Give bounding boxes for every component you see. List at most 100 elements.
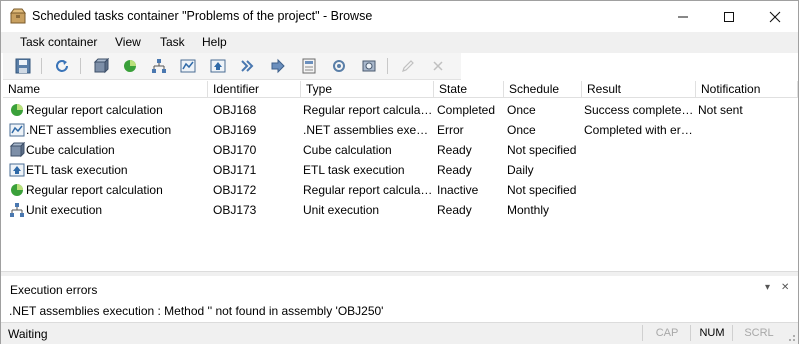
cell-schedule: Once — [507, 123, 536, 137]
cell-notification — [698, 120, 796, 140]
new-document-task-button[interactable] — [300, 57, 318, 75]
cell-id: OBJ168 — [213, 103, 257, 117]
column-header-type[interactable]: Type — [301, 81, 434, 98]
unit-icon — [9, 202, 25, 218]
new-settings-task-button[interactable] — [360, 57, 378, 75]
column-header-schedule[interactable]: Schedule — [504, 81, 582, 98]
pane-close-icon[interactable]: ✕ — [781, 282, 789, 293]
cell-result: Success completed ... — [584, 103, 694, 117]
cell-notification — [698, 200, 796, 220]
resize-grip-icon[interactable] — [786, 332, 796, 342]
new-cycle-task-button[interactable] — [330, 57, 348, 75]
cell-schedule: Daily — [507, 163, 534, 177]
report-icon — [124, 60, 136, 72]
status-text: Waiting — [8, 327, 48, 341]
refresh-button[interactable] — [53, 57, 71, 75]
menu-task[interactable]: Task — [160, 35, 185, 49]
scroll-lock-indicator: SCRL — [732, 325, 785, 341]
minimize-icon — [678, 16, 688, 17]
net-assembly-icon — [180, 59, 196, 73]
table-row[interactable]: Regular report calculation OBJ168 Regular … — [3, 100, 798, 120]
column-header-result[interactable]: Result — [582, 81, 696, 98]
maximize-button[interactable] — [706, 1, 752, 32]
cell-result — [584, 160, 694, 180]
cell-name: ETL task execution — [26, 163, 128, 177]
cell-name: Regular report calculation — [26, 183, 163, 197]
cell-name: Regular report calculation — [26, 103, 163, 117]
menu-help[interactable]: Help — [202, 35, 227, 49]
refresh-icon — [56, 60, 68, 72]
menu-view[interactable]: View — [115, 35, 141, 49]
caps-lock-indicator: CAP — [642, 325, 691, 341]
cell-id: OBJ170 — [213, 143, 257, 157]
new-forward-task-button[interactable] — [269, 57, 287, 75]
cell-notification: Not sent — [698, 103, 743, 117]
maximize-icon — [724, 11, 734, 22]
table-row[interactable]: .NET assemblies execution OBJ169 .NET asse… — [3, 120, 798, 140]
new-unit-task-button[interactable] — [150, 57, 168, 75]
report-icon — [9, 182, 25, 198]
cube-icon — [93, 58, 109, 74]
cell-state: Ready — [437, 143, 472, 157]
cell-name: .NET assemblies execution — [26, 123, 172, 137]
column-header-identifier[interactable]: Identifier — [208, 81, 301, 98]
save-button[interactable] — [14, 57, 32, 75]
cube-icon — [9, 141, 26, 158]
cell-type: Unit execution — [303, 203, 380, 217]
close-button[interactable] — [752, 1, 798, 32]
delete-icon — [433, 61, 443, 71]
new-script-task-button[interactable] — [239, 57, 257, 75]
num-lock-indicator: NUM — [690, 325, 733, 341]
cell-name: Unit execution — [26, 203, 103, 217]
cell-type: ETL task execution — [303, 163, 405, 177]
cell-schedule: Not specified — [507, 183, 577, 197]
new-etl-task-button[interactable] — [209, 57, 227, 75]
toolbar — [3, 53, 461, 80]
script-icon — [241, 60, 254, 72]
table-row[interactable]: Cube calculation OBJ170 Cube calculation Re… — [3, 140, 798, 160]
pane-menu-icon[interactable]: ▾ — [765, 282, 770, 293]
status-bar: Waiting CAP NUM SCRL — [1, 322, 798, 344]
menu-task-container[interactable]: Task container — [20, 35, 97, 49]
execution-errors-pane: Execution errors ▾ ✕ .NET assemblies exe… — [1, 276, 798, 322]
report-icon — [9, 102, 25, 118]
delete-button[interactable] — [429, 57, 447, 75]
cell-notification — [698, 180, 796, 200]
cell-state: Ready — [437, 163, 472, 177]
cell-notification — [698, 160, 796, 180]
cell-state: Completed — [437, 103, 496, 117]
save-icon — [15, 58, 31, 74]
new-net-assembly-task-button[interactable] — [179, 57, 197, 75]
minimize-button[interactable] — [660, 1, 706, 32]
toolbar-separator — [387, 58, 388, 74]
tasks-table: Name Identifier Type State Schedule Resu… — [3, 81, 798, 271]
table-row[interactable]: Regular report calculation OBJ172 Regular … — [3, 180, 798, 200]
cycle-icon — [333, 60, 345, 72]
table-row[interactable]: Unit execution OBJ173 Unit execution Ready M… — [3, 200, 798, 220]
cell-type: Cube calculation — [303, 143, 392, 157]
column-header-name[interactable]: Name — [3, 81, 208, 98]
net-assembly-icon — [9, 122, 25, 138]
cell-schedule: Once — [507, 103, 536, 117]
toolbar-separator — [41, 58, 42, 74]
column-header-state[interactable]: State — [434, 81, 504, 98]
cell-result — [584, 140, 694, 160]
cell-id: OBJ172 — [213, 183, 257, 197]
column-header-notification[interactable]: Notification — [696, 81, 798, 98]
cell-state: Inactive — [437, 183, 479, 197]
cell-state: Ready — [437, 203, 472, 217]
new-cube-task-button[interactable] — [92, 57, 110, 75]
new-report-task-button[interactable] — [121, 57, 139, 75]
toolbar-separator — [80, 58, 81, 74]
settings-icon — [362, 60, 376, 72]
cell-id: OBJ171 — [213, 163, 257, 177]
table-row[interactable]: ETL task execution OBJ171 ETL task executi… — [3, 160, 798, 180]
etl-icon — [9, 162, 25, 178]
cell-schedule: Not specified — [507, 143, 577, 157]
cell-type: .NET assemblies execution — [303, 123, 434, 137]
edit-button[interactable] — [399, 57, 417, 75]
cell-id: OBJ169 — [213, 123, 257, 137]
window-title: Scheduled tasks container "Problems of t… — [32, 9, 373, 23]
cell-name: Cube calculation — [26, 143, 115, 157]
cell-notification — [698, 140, 796, 160]
